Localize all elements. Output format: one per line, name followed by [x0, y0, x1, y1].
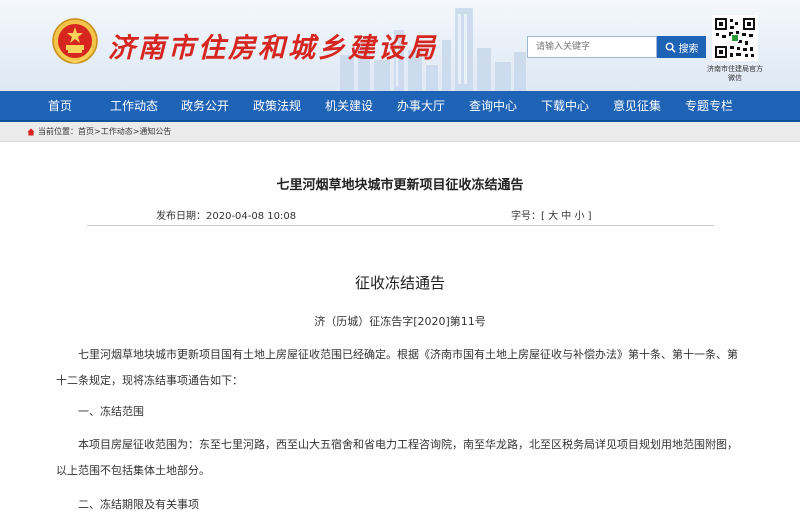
nav-item-work-news[interactable]: 工作动态 [110, 91, 158, 122]
nav-item-special-topics[interactable]: 专题专栏 [685, 91, 733, 122]
nav-item-feedback[interactable]: 意见征集 [613, 91, 661, 122]
publish-date-value: 2020-04-08 10:08 [206, 211, 297, 222]
site-title: 济南市住房和城乡建设局 [108, 33, 438, 64]
nav-item-download-center[interactable]: 下载中心 [541, 91, 589, 122]
meta-divider [87, 225, 714, 226]
font-size-large-link[interactable]: 大 [548, 211, 558, 222]
font-size-medium-link[interactable]: 中 [561, 211, 571, 222]
nav-item-org-building[interactable]: 机关建设 [325, 91, 373, 122]
search-icon [665, 42, 676, 53]
section-heading: 一、冻结范围 [78, 405, 144, 418]
font-size-label: 字号： [511, 211, 541, 222]
article-paragraph: 本项目房屋征收范围为：东至七里河路，西至山大五宿舍和省电力工程咨询院，南至华龙路… [56, 438, 738, 477]
breadcrumb-text: 当前位置：首页>工作动态>通知公告 [38, 122, 171, 142]
nav-item-home[interactable]: 首页 [48, 91, 72, 122]
publish-date-label: 发布日期： [156, 211, 206, 222]
main-nav: 首页 工作动态 政务公开 政策法规 机关建设 办事大厅 查询中心 下载中心 意见… [0, 91, 800, 122]
font-size-bracket-close: ] [587, 211, 592, 222]
qr-code-icon [712, 15, 758, 61]
breadcrumb: 当前位置：首页>工作动态>通知公告 [0, 122, 800, 142]
qr-caption: 济南市住建局官方微信 [707, 65, 763, 82]
font-size-bracket-open: [ [541, 211, 545, 222]
document-heading: 征收冻结通告 [354, 274, 445, 292]
article-paragraph: 七里河烟草地块城市更新项目国有土地上房屋征收范围已经确定。根据《济南市国有土地上… [56, 348, 738, 387]
section-heading: 二、冻结期限及有关事项 [78, 498, 199, 511]
nav-item-gov-info[interactable]: 政务公开 [181, 91, 229, 122]
font-size-switcher: 字号：[ 大 中 小 ] [511, 207, 592, 222]
nav-item-query-center[interactable]: 查询中心 [469, 91, 517, 122]
document-number: 济（历城）征冻告字[2020]第11号 [314, 315, 486, 328]
breadcrumb-link-home[interactable]: 首页 [78, 127, 94, 136]
location-icon [27, 128, 35, 136]
article-title: 七里河烟草地块城市更新项目征收冻结通告 [276, 178, 524, 193]
nav-item-policies[interactable]: 政策法规 [253, 91, 301, 122]
breadcrumb-prefix: 当前位置： [38, 127, 78, 136]
breadcrumb-link-work-news[interactable]: 工作动态 [101, 127, 133, 136]
search-button-label: 搜索 [678, 43, 699, 55]
breadcrumb-separator: > [94, 127, 101, 136]
search-button[interactable]: 搜索 [657, 36, 706, 58]
publish-date: 发布日期：2020-04-08 10:08 [156, 207, 296, 222]
nav-item-service-hall[interactable]: 办事大厅 [397, 91, 445, 122]
national-emblem-icon [52, 18, 98, 64]
font-size-small-link[interactable]: 小 [574, 211, 584, 222]
search-input[interactable] [527, 36, 657, 58]
breadcrumb-link-notices[interactable]: 通知公告 [139, 127, 171, 136]
site-header: 济南市住房和城乡建设局 搜索 济南市住建局官方微信 [0, 0, 800, 91]
